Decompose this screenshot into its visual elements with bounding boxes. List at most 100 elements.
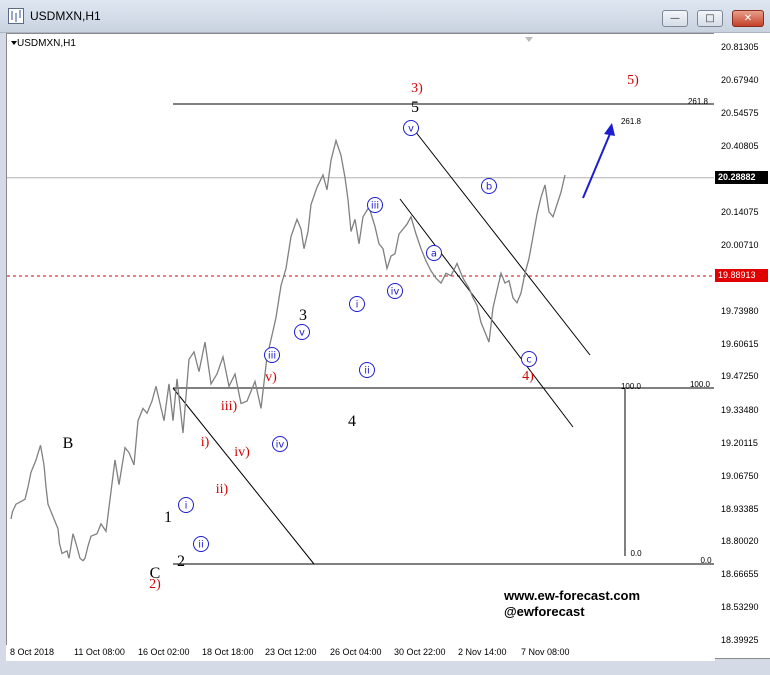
target-arrow-head-icon: [604, 123, 615, 136]
time-tick-label: 30 Oct 22:00: [394, 647, 446, 657]
price-tick-label: 20.81305: [721, 42, 759, 52]
wave-label-red-text: iv): [234, 445, 250, 460]
wave-label-black: 4: [348, 413, 356, 430]
price-tick-label: 20.40805: [721, 141, 759, 152]
fib-level-label: 261.8: [621, 117, 642, 126]
fib-level-label-text: 100.0: [690, 380, 711, 389]
wave-label-blue-circled: ii: [193, 536, 209, 552]
window-titlebar: USDMXN,H1 — □ ✕: [0, 0, 770, 33]
close-icon: ✕: [743, 13, 753, 24]
price-tick-label: 18.93385: [721, 503, 759, 514]
wave-label-black: 5: [411, 99, 419, 116]
close-button[interactable]: ✕: [732, 10, 764, 27]
wave-label-black: 3: [299, 307, 307, 324]
current-price-tag: 20.28882: [715, 170, 768, 184]
price-chart[interactable]: BC123452)i)ii)iii)iv)v)3)4)5)iiiiiiivvii…: [7, 34, 714, 657]
time-tick-label: 2 Nov 14:00: [458, 647, 507, 657]
wave-label-blue-circled: v: [403, 120, 419, 136]
price-tick-label: 19.73980: [721, 305, 759, 316]
minimize-button[interactable]: —: [662, 10, 688, 27]
wave-label-blue-circled-text: v: [299, 328, 305, 339]
price-tick-label: 20.00710: [721, 239, 759, 250]
wave-label-black-text: B: [63, 435, 74, 452]
price-axis[interactable]: 20.81305 20.67940 20.54575 20.40805 20.28882…: [714, 33, 770, 659]
wave-label-blue-circled: b: [481, 178, 497, 194]
wave-label-red-text: 3): [411, 81, 423, 96]
wave-label-blue-circled-text: iii: [268, 351, 276, 362]
wave-label-blue-circled-text: ii: [198, 540, 204, 551]
price-tick-label: 18.39925: [721, 635, 759, 645]
time-axis[interactable]: 8 Oct 2018 11 Oct 08:00 16 Oct 02:00 18 Oct…: [6, 645, 715, 661]
time-tick-label: 18 Oct 18:00: [202, 647, 254, 657]
price-tick-label: 20.54575: [721, 107, 759, 118]
price-line-series: [10, 138, 566, 562]
wave-label-red: 5): [627, 73, 639, 88]
wave-label-black-text: 3: [299, 307, 307, 324]
wave-label-blue-circled: ii: [359, 362, 375, 378]
chart-symbol-label: USDMXN,H1: [17, 38, 76, 49]
wave-label-black-text: 5: [411, 99, 419, 116]
wave-label-red: ii): [216, 482, 229, 497]
wave-label-blue-circled-text: i: [356, 300, 359, 311]
watermark-url: www.ew-forecast.com: [504, 588, 641, 603]
fib-level-label-text: 0.0: [630, 549, 642, 558]
time-tick-label: 16 Oct 02:00: [138, 647, 190, 657]
wave-label-blue-circled-text: iv: [391, 287, 400, 298]
wave-label-red-text: 2): [149, 577, 161, 592]
price-tick-label: 20.14075: [721, 207, 759, 218]
price-tick-label: 20.67940: [721, 74, 759, 85]
fib-level-label-text: 100.0: [621, 382, 642, 391]
price-tick-label: 19.60615: [721, 338, 759, 349]
channel-line: [172, 387, 315, 565]
wave-label-blue-circled-text: iv: [276, 440, 285, 451]
chart-plot-area[interactable]: B C 1 2 3 4 5 2) i) ii) iii) iv) v) 3) 4) 5) i ii iii iv v i i…: [6, 33, 715, 658]
wave-label-red-text: ii): [216, 482, 229, 497]
wave-label-red: iii): [221, 399, 238, 414]
price-tick-label: 19.33480: [721, 405, 759, 416]
wave-label-red: 2): [149, 577, 161, 592]
fib-level-label: 0.0: [700, 556, 712, 565]
wave-label-red: i): [201, 435, 210, 450]
window-title: USDMXN,H1: [30, 9, 101, 23]
wave-label-blue-circled-text: i: [185, 501, 188, 512]
maximize-icon: □: [705, 13, 715, 24]
wave-label-blue-circled-text: v: [408, 124, 414, 135]
price-tick-label: 18.80020: [721, 536, 759, 547]
target-arrow-line: [582, 128, 613, 199]
wave-label-red-text: 4): [522, 369, 534, 384]
wave-label-blue-circled: iv: [272, 436, 288, 452]
price-tick-label: 18.53290: [721, 602, 759, 613]
wave-label-blue-circled: iii: [367, 197, 383, 213]
fib-level-label: 0.0: [630, 549, 642, 558]
wave-label-blue-circled-text: c: [526, 355, 532, 366]
price-tick-label: 19.20115: [721, 437, 758, 448]
wave-label-blue-circled: iii: [264, 347, 280, 363]
time-tick-label: 11 Oct 08:00: [74, 647, 125, 657]
wave-label-red-text: 5): [627, 73, 639, 88]
fib-level-label-text: 261.8: [621, 117, 642, 126]
wave-label-black: B: [63, 435, 74, 452]
wave-label-blue-circled: i: [178, 497, 194, 513]
reference-price-tag: 19.88913: [715, 268, 768, 282]
wave-label-blue-circled: v: [294, 324, 310, 340]
fib-level-label-text: 0.0: [700, 556, 712, 565]
wave-label-black: 2: [177, 553, 185, 570]
time-tick-label: 26 Oct 04:00: [330, 647, 382, 657]
fib-level-label: 100.0: [621, 382, 642, 391]
watermark-handle: @ewforecast: [504, 604, 585, 619]
annotation-lines: [7, 103, 714, 565]
price-tick-label: 19.47250: [721, 371, 759, 382]
time-tick-label: 7 Nov 08:00: [521, 647, 570, 657]
wave-label-red: 4): [522, 369, 534, 384]
status-bar: [0, 661, 770, 675]
wave-label-red-text: v): [265, 370, 277, 385]
wave-label-black-text: 2: [177, 553, 185, 570]
wave-label-red-text: iii): [221, 399, 238, 414]
channel-lower-line: [399, 198, 574, 428]
maximize-button[interactable]: □: [697, 10, 723, 27]
wave-label-red: iv): [234, 445, 250, 460]
scale-fix-marker-icon[interactable]: [525, 37, 533, 42]
time-tick-label: 8 Oct 2018: [10, 647, 55, 657]
wave-label-red-text: i): [201, 435, 210, 450]
wave-label-blue-circled-text: b: [486, 182, 492, 193]
